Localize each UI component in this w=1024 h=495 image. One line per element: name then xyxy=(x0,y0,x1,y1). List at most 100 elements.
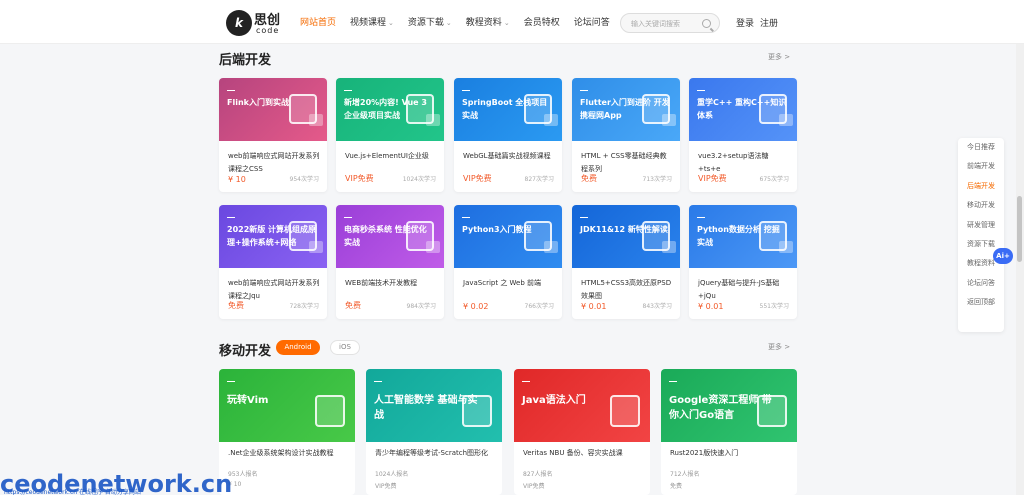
course-card[interactable]: Python3入门教程 JavaScript 之 Web 前端 ¥ 0.02 766次… xyxy=(454,205,562,319)
illustration-icon xyxy=(610,395,640,427)
nav-item-label: 视频课程 xyxy=(350,18,387,28)
course-thumbnail[interactable]: Python数据分析 挖掘实战 xyxy=(689,205,797,268)
illustration-icon xyxy=(779,114,793,126)
course-thumbnail[interactable]: Java语法入门 xyxy=(514,369,650,442)
thumb-bar xyxy=(227,217,235,218)
course-title[interactable]: JavaScript 之 Web 前端 xyxy=(463,277,555,290)
register-link[interactable]: 注册 xyxy=(760,16,778,29)
course-card[interactable]: Flink入门到实战 web前端响应式网站开发系列课程之CSS ¥ 10 954次学习 xyxy=(219,78,327,192)
course-thumbnail[interactable]: Python3入门教程 xyxy=(454,205,562,268)
course-thumbnail[interactable]: 新增20%内容! Vue 3 企业级项目实战 xyxy=(336,78,444,141)
illustration-icon xyxy=(309,241,323,253)
site-logo[interactable]: k 思创 code xyxy=(226,8,284,38)
thumb-bar xyxy=(344,217,352,218)
course-title[interactable]: web前端响应式网站开发系列课程之CSS xyxy=(228,150,320,176)
search-icon[interactable] xyxy=(702,19,711,28)
course-price: 免费 xyxy=(228,301,244,310)
course-title[interactable]: Vue.js+ElementUI企业级 xyxy=(345,150,437,163)
course-thumbnail[interactable]: 重学C++ 重构C++知识体系 xyxy=(689,78,797,141)
tab-ios[interactable]: iOS xyxy=(330,340,360,355)
course-title[interactable]: jQuery基础与提升-JS基础+jQu xyxy=(698,277,790,303)
course-price: 免费 xyxy=(581,174,597,183)
course-title[interactable]: HTML5+CSS3高效还原PSD效果图 xyxy=(581,277,673,303)
nav-item[interactable]: 会员特权 xyxy=(524,16,560,30)
illustration-icon xyxy=(662,114,676,126)
tab-android[interactable]: Android xyxy=(276,340,320,355)
course-views: 954次学习 xyxy=(289,176,319,183)
course-card[interactable]: JDK11&12 新特性解读 HTML5+CSS3高效还原PSD效果图 ¥ 0.01… xyxy=(572,205,680,319)
illustration-icon xyxy=(426,114,440,126)
course-thumbnail[interactable]: Google资深工程师 带你入门Go语言 xyxy=(661,369,797,442)
nav-item[interactable]: 资源下载 ⌄ xyxy=(408,16,452,30)
course-card[interactable]: 新增20%内容! Vue 3 企业级项目实战 Vue.js+ElementUI企业… xyxy=(336,78,444,192)
course-price: ¥ 10 xyxy=(228,175,246,184)
float-menu-item[interactable]: 移动开发 xyxy=(958,196,1004,215)
course-card[interactable]: 玩转Vim .Net企业级系统架构设计实战教程 953人报名 ¥ 10 xyxy=(219,369,355,495)
thumb-bar xyxy=(580,90,588,91)
course-card[interactable]: Python数据分析 挖掘实战 jQuery基础与提升-JS基础+jQu ¥ 0.0… xyxy=(689,205,797,319)
thumb-bar xyxy=(344,90,352,91)
float-menu-item[interactable]: 返回顶部 xyxy=(958,293,1004,312)
nav-item-label: 网站首页 xyxy=(300,18,337,28)
float-menu-item[interactable]: 今日推荐 xyxy=(958,138,1004,157)
thumb-bar xyxy=(462,90,470,91)
course-card[interactable]: Java语法入门 Veritas NBU 备份、容灾实战课 827人报名 VIP免费 xyxy=(514,369,650,495)
float-menu-item[interactable]: 论坛问答 xyxy=(958,274,1004,293)
login-link[interactable]: 登录 xyxy=(736,16,754,29)
course-thumbnail[interactable]: 2022新版 计算机组成原理+操作系统+网络 xyxy=(219,205,327,268)
chevron-down-icon: ⌄ xyxy=(445,19,452,27)
course-title[interactable]: .Net企业级系统架构设计实战教程 xyxy=(228,447,348,460)
course-price: ¥ 0.02 xyxy=(463,302,489,311)
course-enrolled: 712人报名 xyxy=(670,471,700,478)
course-title[interactable]: Rust2021版快速入门 xyxy=(670,447,790,460)
course-card[interactable]: 重学C++ 重构C++知识体系 vue3.2+setup语法糖+ts+e VIP免费… xyxy=(689,78,797,192)
nav-item[interactable]: 论坛问答 xyxy=(574,16,610,30)
chevron-down-icon: ⌄ xyxy=(503,19,510,27)
course-card[interactable]: Flutter入门到进阶 开发携程网App HTML + CSS零基础经典教程系列… xyxy=(572,78,680,192)
logo-sub: code xyxy=(256,26,280,35)
more-link-backend[interactable]: 更多 > xyxy=(768,52,790,62)
thumb-bar xyxy=(697,90,705,91)
course-card[interactable]: 电商秒杀系统 性能优化实战 WEB前端技术开发教程 免费 984次学习 xyxy=(336,205,444,319)
nav-item-label: 教程资料 xyxy=(465,18,502,28)
float-menu-item[interactable]: 后端开发 xyxy=(958,177,1004,196)
course-thumbnail[interactable]: Flink入门到实战 xyxy=(219,78,327,141)
illustration-icon xyxy=(544,114,558,126)
ai-assistant-button[interactable]: Ai+ xyxy=(993,248,1013,264)
course-thumbnail[interactable]: Flutter入门到进阶 开发携程网App xyxy=(572,78,680,141)
course-title[interactable]: WebGL基础篇实战视频课程 xyxy=(463,150,555,163)
course-card[interactable]: 人工智能数学 基础与实战 青少年编程等级考试-Scratch图形化 1024人报名 V… xyxy=(366,369,502,495)
nav-item[interactable]: 视频课程 ⌄ xyxy=(350,16,394,30)
course-thumbnail[interactable]: SpringBoot 全栈项目实战 xyxy=(454,78,562,141)
float-menu-item[interactable]: 研发管理 xyxy=(958,216,1004,235)
float-menu-item[interactable]: 前端开发 xyxy=(958,157,1004,176)
course-title[interactable]: 青少年编程等级考试-Scratch图形化 xyxy=(375,447,495,460)
side-float-menu: 今日推荐 前端开发 后端开发 移动开发 研发管理 资源下载 教程资料 论坛问答 返回顶部 xyxy=(958,138,1004,332)
course-title[interactable]: Veritas NBU 备份、容灾实战课 xyxy=(523,447,643,460)
nav-item[interactable]: 教程资料 ⌄ xyxy=(466,16,510,30)
scrollbar-thumb[interactable] xyxy=(1017,196,1022,262)
more-link-mobile[interactable]: 更多 > xyxy=(768,342,790,352)
thumb-bar xyxy=(462,217,470,218)
course-price: 免费 xyxy=(670,483,683,490)
course-views: 675次学习 xyxy=(759,176,789,183)
course-views: 827次学习 xyxy=(524,176,554,183)
course-price: VIP免费 xyxy=(345,174,374,183)
search-input[interactable] xyxy=(631,17,701,30)
course-views: 713次学习 xyxy=(642,176,672,183)
thumb-bar xyxy=(697,217,705,218)
course-views: 728次学习 xyxy=(289,303,319,310)
course-views: 1024次学习 xyxy=(402,176,436,183)
course-views: 984次学习 xyxy=(406,303,436,310)
course-card[interactable]: Google资深工程师 带你入门Go语言 Rust2021版快速入门 712人报名免… xyxy=(661,369,797,495)
illustration-icon xyxy=(462,395,492,427)
course-thumbnail[interactable]: 玩转Vim xyxy=(219,369,355,442)
course-thumbnail[interactable]: JDK11&12 新特性解读 xyxy=(572,205,680,268)
course-title[interactable]: WEB前端技术开发教程 xyxy=(345,277,437,290)
scrollbar-track[interactable] xyxy=(1016,44,1024,495)
course-thumbnail[interactable]: 电商秒杀系统 性能优化实战 xyxy=(336,205,444,268)
course-card[interactable]: 2022新版 计算机组成原理+操作系统+网络 web前端响应式网站开发系列课程之J… xyxy=(219,205,327,319)
course-thumbnail[interactable]: 人工智能数学 基础与实战 xyxy=(366,369,502,442)
course-card[interactable]: SpringBoot 全栈项目实战 WebGL基础篇实战视频课程 VIP免费 827次… xyxy=(454,78,562,192)
nav-item[interactable]: 网站首页 xyxy=(300,16,336,30)
